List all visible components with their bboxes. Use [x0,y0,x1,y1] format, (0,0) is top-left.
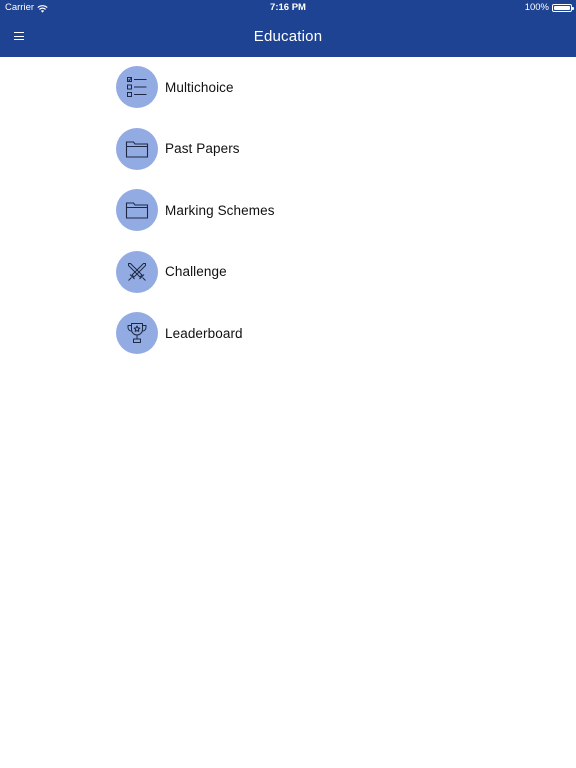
menu-item-label: Leaderboard [165,325,243,341]
menu-item-label: Past Papers [165,141,240,156]
education-menu: Multichoice Past Papers Marking Schemes [116,66,275,374]
app-header: Carrier 7:16 PM 100% Education [0,0,576,57]
crossed-swords-icon [116,250,158,293]
menu-item-marking-schemes[interactable]: Marking Schemes [116,189,275,231]
battery-percent: 100% [524,2,549,13]
menu-item-past-papers[interactable]: Past Papers [116,127,275,170]
hamburger-menu-icon[interactable] [11,28,27,44]
menu-item-multichoice[interactable]: Multichoice [116,66,275,108]
menu-item-label: Multichoice [165,79,234,95]
trophy-icon [116,312,158,354]
folder-icon [116,127,158,170]
status-time: 7:16 PM [270,2,306,13]
battery-icon [552,4,574,12]
menu-item-label: Marking Schemes [165,202,275,218]
checklist-icon [116,66,158,108]
menu-item-challenge[interactable]: Challenge [116,250,275,293]
navigation-bar: Education [0,16,576,57]
menu-item-leaderboard[interactable]: Leaderboard [116,312,275,354]
status-bar: Carrier 7:16 PM 100% [0,0,576,16]
folder-icon [116,189,158,231]
page-title: Education [253,28,323,45]
status-right: 100% [524,0,574,16]
menu-item-label: Challenge [165,264,227,279]
